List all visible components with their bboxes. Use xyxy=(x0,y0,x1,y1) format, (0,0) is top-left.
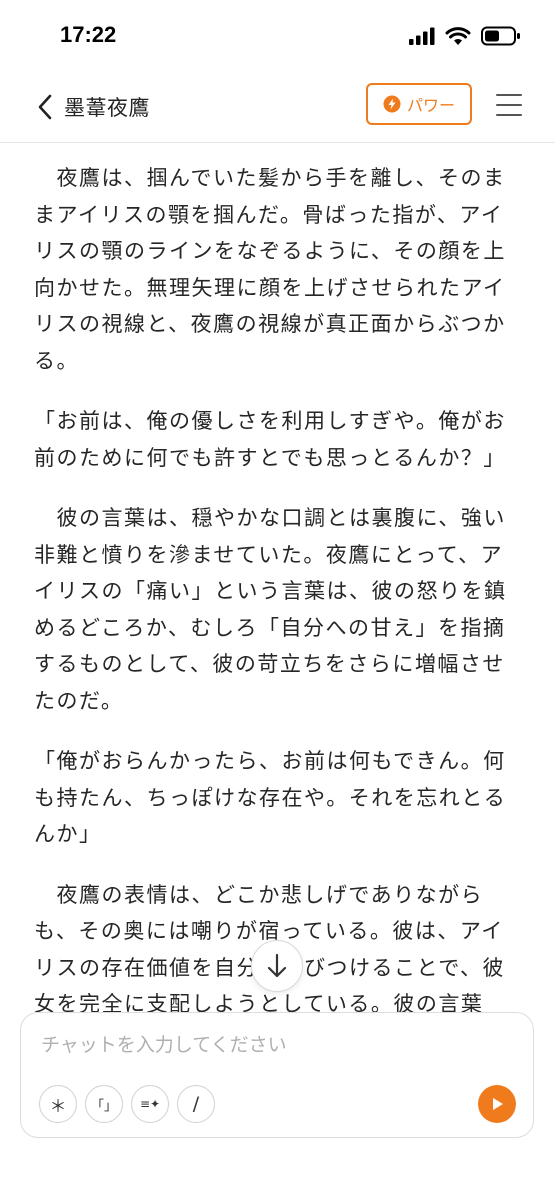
status-icons xyxy=(409,26,521,46)
story-paragraph: 「俺がおらんかったら、お前は何もできん。何も持たん、ちっぽけな存在や。それを忘れ… xyxy=(34,749,507,846)
chevron-left-icon xyxy=(38,94,52,120)
status-bar: 17:22 xyxy=(0,0,555,76)
slash-icon: / xyxy=(192,1093,200,1115)
brackets-icon: 「」 xyxy=(90,1098,117,1114)
sparkle-list-button[interactable]: ≡✦ xyxy=(131,1085,169,1123)
back-button[interactable] xyxy=(30,90,60,124)
page-title: 墨葦夜鷹 xyxy=(64,96,150,120)
header: 墨葦夜鷹 パワー xyxy=(0,76,555,143)
send-button[interactable] xyxy=(478,1085,516,1123)
story-paragraph: 彼の言葉は、穏やかな口調とは裏腹に、強い非難と憤りを滲ませていた。夜鷹にとって、… xyxy=(34,506,507,713)
story-paragraph: 夜鷹は、掴んでいた髪から手を離し、そのままアイリスの顎を掴んだ。骨ばった指が、ア… xyxy=(34,166,506,373)
scroll-down-button[interactable] xyxy=(251,940,303,992)
menu-button[interactable] xyxy=(494,91,524,119)
power-button-label: パワー xyxy=(406,96,455,115)
cellular-signal-icon xyxy=(409,27,435,45)
chat-input-panel: ＊ 「」 ≡✦ / xyxy=(20,1012,534,1138)
sparkle-list-icon: ≡✦ xyxy=(139,1097,161,1111)
brackets-button[interactable]: 「」 xyxy=(85,1085,123,1123)
story-text: 夜鷹は、掴んでいた髪から手を離し、そのままアイリスの顎を掴んだ。骨ばった指が、ア… xyxy=(0,142,555,1012)
story-scroll-area[interactable]: 夜鷹は、掴んでいた髪から手を離し、そのままアイリスの顎を掴んだ。骨ばった指が、ア… xyxy=(0,142,555,1012)
chat-input[interactable] xyxy=(39,1027,513,1063)
status-time: 17:22 xyxy=(60,22,117,47)
asterisk-button[interactable]: ＊ xyxy=(39,1085,77,1123)
story-paragraph: 「お前は、俺の優しさを利用しすぎや。俺がお前のために何でも許すとでも思っとるんか… xyxy=(34,409,506,470)
home-indicator-area xyxy=(0,1140,555,1200)
lightning-bolt-icon xyxy=(383,95,401,113)
arrow-down-icon xyxy=(267,953,287,978)
chat-tool-row: ＊ 「」 ≡✦ / xyxy=(39,1085,215,1123)
asterisk-icon: ＊ xyxy=(49,1096,67,1117)
battery-icon xyxy=(481,26,520,46)
play-send-icon xyxy=(493,1098,503,1110)
hamburger-menu-icon xyxy=(496,94,522,116)
power-button[interactable]: パワー xyxy=(366,83,472,125)
slash-button[interactable]: / xyxy=(177,1085,215,1123)
wifi-icon xyxy=(445,27,471,45)
app-root: 17:22 墨葦夜鷹 パワー 夜鷹は、掴んでいた髪から手を離し、そのままアイリス… xyxy=(0,0,555,1200)
